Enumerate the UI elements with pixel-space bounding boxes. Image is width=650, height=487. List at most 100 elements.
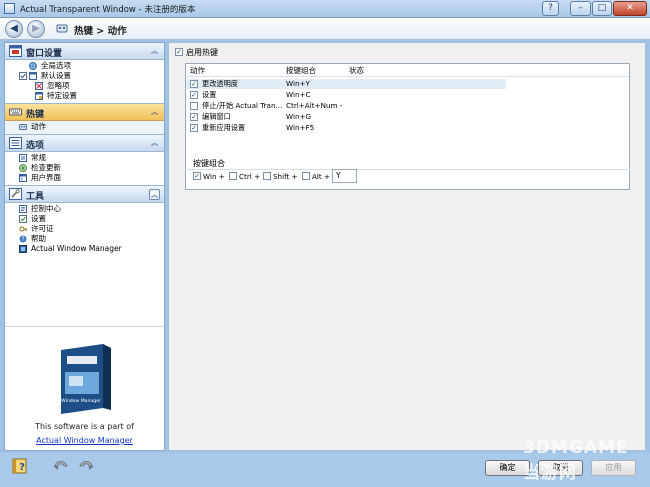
row-checkbox[interactable]: ✓: [190, 91, 198, 99]
sidebar-item-label: 全局选项: [41, 61, 71, 70]
win-modifier[interactable]: ✓ Win +: [193, 172, 225, 181]
sidebar-item-global-options[interactable]: 全局选项: [5, 61, 164, 71]
section-options-body: 常规 检查更新 用户界面: [5, 152, 164, 186]
row-keys: Win+F5: [286, 123, 315, 132]
sidebar-item-control-center[interactable]: 控制中心: [5, 204, 164, 214]
section-title: 窗口设置: [26, 49, 63, 59]
section-title: 选项: [26, 141, 45, 151]
row-checkbox[interactable]: [190, 102, 198, 110]
main-panel: ✓ 启用热键 动作 按键组合 状态 ✓ 更改透明度 Win+Y ✓ 设置 Win+…: [168, 42, 646, 451]
row-keys: Win+G: [286, 112, 312, 121]
product-box-image: Window Manager: [61, 344, 111, 414]
section-hotkeys-header[interactable]: 热键 ︽: [5, 104, 164, 121]
row-checkbox[interactable]: ✓: [190, 80, 198, 88]
window-settings-icon: [9, 45, 22, 57]
default-settings-icon: [29, 72, 37, 80]
table-row[interactable]: ✓ 编辑窗口 Win+G: [186, 112, 506, 122]
help-book-icon[interactable]: ?: [12, 457, 30, 474]
sidebar-item-help[interactable]: ? 帮助: [5, 234, 164, 244]
forward-button[interactable]: ▶: [27, 20, 45, 38]
sidebar-item-label: 设置: [31, 214, 46, 223]
breadcrumb: 热键 > 动作: [74, 26, 127, 37]
collapse-chevron-icon[interactable]: ︽: [149, 107, 160, 118]
sidebar-item-default-settings[interactable]: 默认设置: [5, 71, 164, 81]
win-checkbox[interactable]: ✓: [193, 172, 201, 180]
checkbox-icon: [19, 72, 27, 80]
app-icon: [4, 3, 15, 14]
product-box-caption: Window Manager: [61, 398, 101, 404]
alt-checkbox[interactable]: [302, 172, 310, 180]
sidebar-item-window-manager[interactable]: Actual Window Manager: [5, 244, 164, 254]
row-checkbox[interactable]: ✓: [190, 113, 198, 121]
sidebar-item-settings[interactable]: 设置: [5, 214, 164, 224]
specific-settings-icon: [35, 92, 43, 100]
close-button[interactable]: ✕: [613, 1, 647, 16]
shift-label: Shift +: [273, 172, 298, 181]
row-action: 重新应用设置: [202, 123, 246, 132]
promo-text: This software is a part of: [35, 422, 134, 431]
minimize-button[interactable]: –: [570, 1, 591, 16]
sidebar-item-label: 控制中心: [31, 204, 61, 213]
svg-text:?: ?: [21, 236, 24, 243]
row-checkbox[interactable]: ✓: [190, 124, 198, 132]
ctrl-label: Ctrl +: [239, 172, 261, 181]
table-header: 动作 按键组合 状态: [186, 64, 629, 77]
sidebar-item-specific-settings[interactable]: 特定设置: [5, 91, 164, 101]
promo-link[interactable]: Actual Window Manager: [5, 436, 164, 445]
enable-hotkeys-label: 启用热键: [186, 48, 218, 57]
table-row[interactable]: 停止/开始 Actual Tran... Ctrl+Alt+Num -: [186, 101, 506, 111]
sidebar-item-label: Actual Window Manager: [31, 244, 122, 253]
collapse-chevron-icon[interactable]: ︽: [149, 138, 160, 149]
options-icon: [9, 137, 22, 149]
keyboard-icon: [9, 108, 22, 116]
enable-hotkeys-checkbox[interactable]: ✓: [175, 48, 183, 56]
table-row[interactable]: ✓ 更改透明度 Win+Y: [186, 79, 506, 89]
section-options-header[interactable]: 选项 ︽: [5, 135, 164, 152]
column-header-action[interactable]: 动作: [190, 64, 205, 77]
undo-icon[interactable]: [52, 457, 70, 474]
section-window-settings-body: 全局选项 默认设置 忽略项 特定设置: [5, 60, 164, 104]
section-window-settings-header[interactable]: 窗口设置 ︽: [5, 43, 164, 60]
sidebar-item-label: 用户界面: [31, 173, 61, 182]
shift-checkbox[interactable]: [263, 172, 271, 180]
sidebar-item-general[interactable]: 常规: [5, 153, 164, 163]
section-tools-header[interactable]: 工具 ︽: [5, 186, 164, 203]
globe-icon: [29, 62, 37, 70]
alt-modifier[interactable]: Alt +: [302, 172, 330, 181]
maximize-button[interactable]: □: [592, 1, 612, 16]
section-hotkeys-body: 动作: [5, 121, 164, 135]
hotkey-icon: [56, 24, 68, 33]
sidebar-item-label: 默认设置: [41, 71, 71, 80]
column-header-keys[interactable]: 按键组合: [286, 64, 316, 77]
sidebar-item-user-interface[interactable]: 用户界面: [5, 173, 164, 183]
action-icon: [19, 124, 27, 130]
win-label: Win +: [203, 172, 225, 181]
sidebar-item-ignore[interactable]: 忽略项: [5, 81, 164, 91]
row-action: 停止/开始 Actual Tran...: [202, 101, 283, 110]
section-title: 热键: [26, 110, 45, 120]
alt-label: Alt +: [312, 172, 331, 181]
table-row[interactable]: ✓ 设置 Win+C: [186, 90, 506, 100]
sidebar-item-license[interactable]: 许可证: [5, 224, 164, 234]
settings-check-icon: [19, 215, 27, 223]
window-manager-icon: [19, 245, 27, 253]
ctrl-checkbox[interactable]: [229, 172, 237, 180]
key-input[interactable]: Y: [332, 169, 357, 183]
sidebar-item-label: 常规: [31, 153, 46, 162]
table-row[interactable]: ✓ 重新应用设置 Win+F5: [186, 123, 506, 133]
ctrl-modifier[interactable]: Ctrl +: [229, 172, 260, 181]
sidebar-item-label: 许可证: [31, 224, 54, 233]
redo-icon[interactable]: [77, 457, 95, 474]
collapse-chevron-icon[interactable]: ︽: [149, 189, 160, 200]
back-button[interactable]: ◀: [5, 20, 23, 38]
sidebar-item-check-updates[interactable]: 检查更新: [5, 163, 164, 173]
row-action: 设置: [202, 90, 217, 99]
shift-modifier[interactable]: Shift +: [263, 172, 298, 181]
sidebar-item-label: 检查更新: [31, 163, 61, 172]
title-bar: Actual Transparent Window - 未注册的版本 ? – □…: [0, 0, 650, 18]
help-window-button[interactable]: ?: [542, 1, 559, 16]
enable-hotkeys-row[interactable]: ✓ 启用热键: [175, 48, 218, 57]
collapse-chevron-icon[interactable]: ︽: [149, 46, 160, 57]
column-header-status[interactable]: 状态: [349, 64, 364, 77]
sidebar-item-actions[interactable]: 动作: [5, 122, 164, 132]
